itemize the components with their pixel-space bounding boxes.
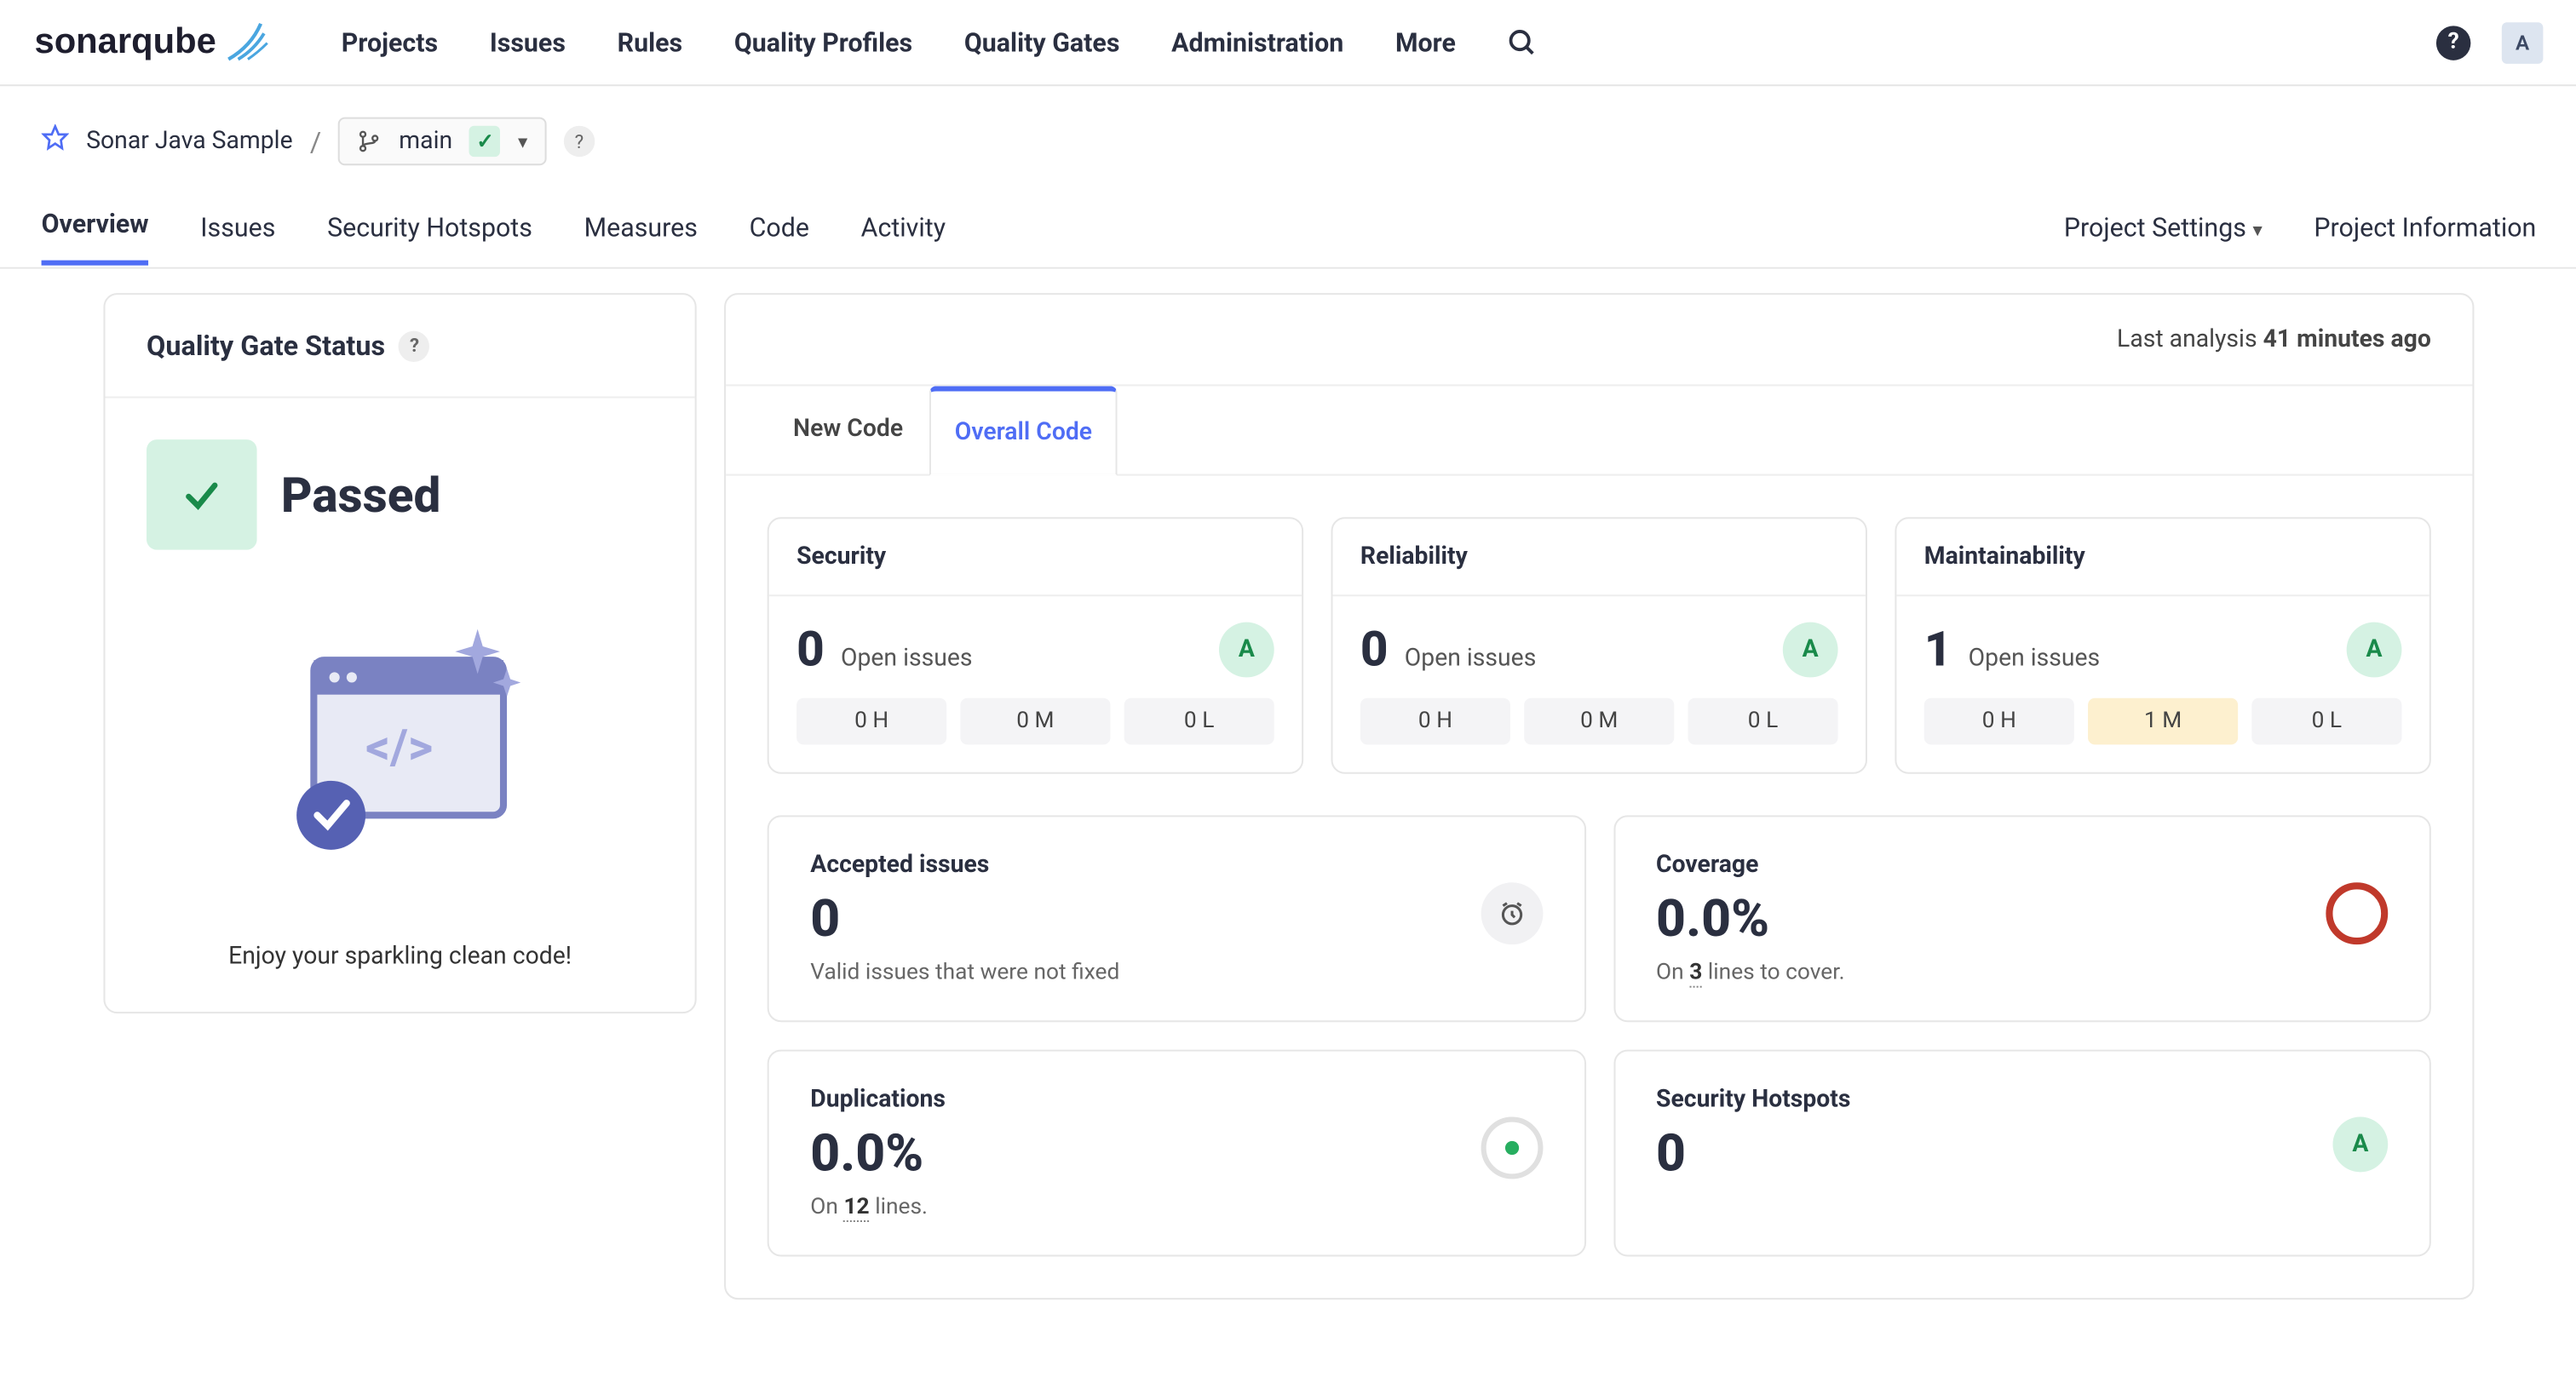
svg-text:sonarqube: sonarqube bbox=[34, 20, 216, 60]
nav-rules[interactable]: Rules bbox=[618, 26, 683, 57]
duplications-value: 0.0% bbox=[810, 1124, 946, 1185]
metric-grid: Security0 Open issuesA0 H0 M0 LReliabili… bbox=[726, 476, 2472, 816]
rating-badge[interactable]: A bbox=[1783, 622, 1838, 677]
branch-icon bbox=[358, 129, 382, 153]
metric-label: Open issues bbox=[1399, 645, 1537, 672]
metric-value[interactable]: 0 bbox=[796, 621, 825, 678]
tab-security-hotspots[interactable]: Security Hotspots bbox=[327, 191, 532, 263]
accepted-issues-card[interactable]: Accepted issues 0 Valid issues that were… bbox=[768, 815, 1585, 1022]
severity-row: 0 H 1 M 0 L bbox=[1924, 698, 2402, 745]
coverage-donut-icon bbox=[2326, 882, 2388, 944]
tab-measures[interactable]: Measures bbox=[584, 191, 698, 263]
severity-pill[interactable]: 0 L bbox=[1688, 698, 1837, 745]
hotspots-rating: A bbox=[2332, 1117, 2388, 1173]
content: Quality Gate Status ? Passed bbox=[0, 269, 2576, 1324]
nav-administration[interactable]: Administration bbox=[1171, 26, 1343, 57]
check-icon bbox=[179, 473, 224, 518]
metric-card-security: Security 0 Open issues A 0 H 0 M 0 L bbox=[768, 517, 1303, 774]
analysis-card: Last analysis 41 minutes ago New Code Ov… bbox=[724, 293, 2474, 1300]
nav-quality-gates[interactable]: Quality Gates bbox=[964, 26, 1120, 57]
nav-links: Projects Issues Rules Quality Profiles Q… bbox=[342, 26, 2388, 57]
favorite-icon[interactable] bbox=[42, 124, 69, 158]
tab-overall-code[interactable]: Overall Code bbox=[929, 386, 1118, 475]
nav-more[interactable]: More bbox=[1395, 26, 1456, 57]
hotspots-title: Security Hotspots bbox=[1656, 1086, 1850, 1113]
coverage-value: 0.0% bbox=[1656, 889, 1845, 950]
severity-pill[interactable]: 1 M bbox=[2088, 698, 2238, 745]
duplication-ring-icon bbox=[1481, 1117, 1543, 1179]
chevron-down-icon: ▾ bbox=[518, 130, 527, 152]
svg-text:</>: </> bbox=[365, 719, 433, 776]
hotspots-value: 0 bbox=[1656, 1124, 1850, 1185]
top-nav: sonarqube Projects Issues Rules Quality … bbox=[0, 0, 2576, 86]
project-settings-button[interactable]: Project Settings ▾ bbox=[2064, 211, 2263, 242]
rating-badge[interactable]: A bbox=[2347, 622, 2402, 677]
tab-issues[interactable]: Issues bbox=[200, 191, 275, 263]
check-icon: ✓ bbox=[469, 126, 500, 157]
quality-gate-card: Quality Gate Status ? Passed bbox=[103, 293, 696, 1013]
accepted-value: 0 bbox=[810, 889, 1119, 950]
metric-label: Open issues bbox=[835, 645, 973, 672]
tab-activity[interactable]: Activity bbox=[861, 191, 946, 263]
severity-pill[interactable]: 0 M bbox=[960, 698, 1110, 745]
accepted-sub: Valid issues that were not fixed bbox=[810, 960, 1119, 985]
project-information-button[interactable]: Project Information bbox=[2314, 211, 2536, 242]
metric-card-reliability: Reliability 0 Open issues A 0 H 0 M 0 L bbox=[1331, 517, 1867, 774]
severity-pill[interactable]: 0 L bbox=[2251, 698, 2401, 745]
logo[interactable]: sonarqube bbox=[34, 16, 293, 68]
severity-pill[interactable]: 0 H bbox=[1360, 698, 1510, 745]
search-icon[interactable] bbox=[1508, 26, 1538, 57]
metric-title: Reliability bbox=[1333, 519, 1866, 596]
help-icon[interactable]: ? bbox=[399, 330, 429, 361]
duplications-sub: On 12 lines. bbox=[810, 1195, 946, 1220]
severity-pill[interactable]: 0 L bbox=[1124, 698, 1274, 745]
last-analysis: Last analysis 41 minutes ago bbox=[726, 295, 2472, 386]
metric-label: Open issues bbox=[1963, 645, 2101, 672]
duplications-card[interactable]: Duplications 0.0% On 12 lines. bbox=[768, 1050, 1585, 1257]
branch-name: main bbox=[399, 128, 452, 155]
nav-issues[interactable]: Issues bbox=[490, 26, 566, 57]
quality-gate-status: Passed bbox=[281, 466, 440, 523]
project-name[interactable]: Sonar Java Sample bbox=[86, 128, 292, 155]
help-icon[interactable]: ? bbox=[2436, 25, 2470, 59]
quality-gate-title: Quality Gate Status bbox=[147, 330, 385, 362]
nav-quality-profiles[interactable]: Quality Profiles bbox=[734, 26, 912, 57]
severity-row: 0 H 0 M 0 L bbox=[1360, 698, 1838, 745]
tab-code[interactable]: Code bbox=[750, 191, 809, 263]
accepted-title: Accepted issues bbox=[810, 852, 1119, 879]
metric-value[interactable]: 0 bbox=[1360, 621, 1389, 678]
branch-selector[interactable]: main ✓ ▾ bbox=[338, 118, 546, 166]
breadcrumb-separator: / bbox=[310, 125, 321, 158]
clean-code-illustration: </> bbox=[147, 608, 653, 874]
metric-card-maintainability: Maintainability 1 Open issues A 0 H 1 M 0 L bbox=[1895, 517, 2430, 774]
breadcrumb: Sonar Java Sample / main ✓ ▾ ? bbox=[0, 86, 2576, 186]
tab-overview[interactable]: Overview bbox=[42, 188, 149, 266]
metric-title: Security bbox=[769, 519, 1302, 596]
nav-projects[interactable]: Projects bbox=[342, 26, 438, 57]
help-icon[interactable]: ? bbox=[564, 126, 595, 157]
project-subnav: Overview Issues Security Hotspots Measur… bbox=[0, 186, 2576, 269]
severity-pill[interactable]: 0 H bbox=[1924, 698, 2074, 745]
duplications-title: Duplications bbox=[810, 1086, 946, 1113]
severity-pill[interactable]: 0 H bbox=[796, 698, 946, 745]
severity-pill[interactable]: 0 M bbox=[1524, 698, 1674, 745]
coverage-sub: On 3 lines to cover. bbox=[1656, 960, 1845, 985]
enjoy-message: Enjoy your sparkling clean code! bbox=[147, 943, 653, 970]
metric-value[interactable]: 1 bbox=[1924, 621, 1952, 678]
rating-badge[interactable]: A bbox=[1219, 622, 1274, 677]
metric-title: Maintainability bbox=[1896, 519, 2429, 596]
clock-icon bbox=[1481, 882, 1543, 944]
coverage-card[interactable]: Coverage 0.0% On 3 lines to cover. bbox=[1613, 815, 2430, 1022]
severity-row: 0 H 0 M 0 L bbox=[796, 698, 1274, 745]
code-tabs: New Code Overall Code bbox=[726, 386, 2472, 475]
coverage-title: Coverage bbox=[1656, 852, 1845, 879]
chevron-down-icon: ▾ bbox=[2252, 218, 2262, 240]
security-hotspots-card[interactable]: Security Hotspots 0 A bbox=[1613, 1050, 2430, 1257]
avatar[interactable]: A bbox=[2502, 21, 2544, 63]
tab-new-code[interactable]: New Code bbox=[768, 386, 929, 473]
passed-badge bbox=[147, 439, 257, 550]
